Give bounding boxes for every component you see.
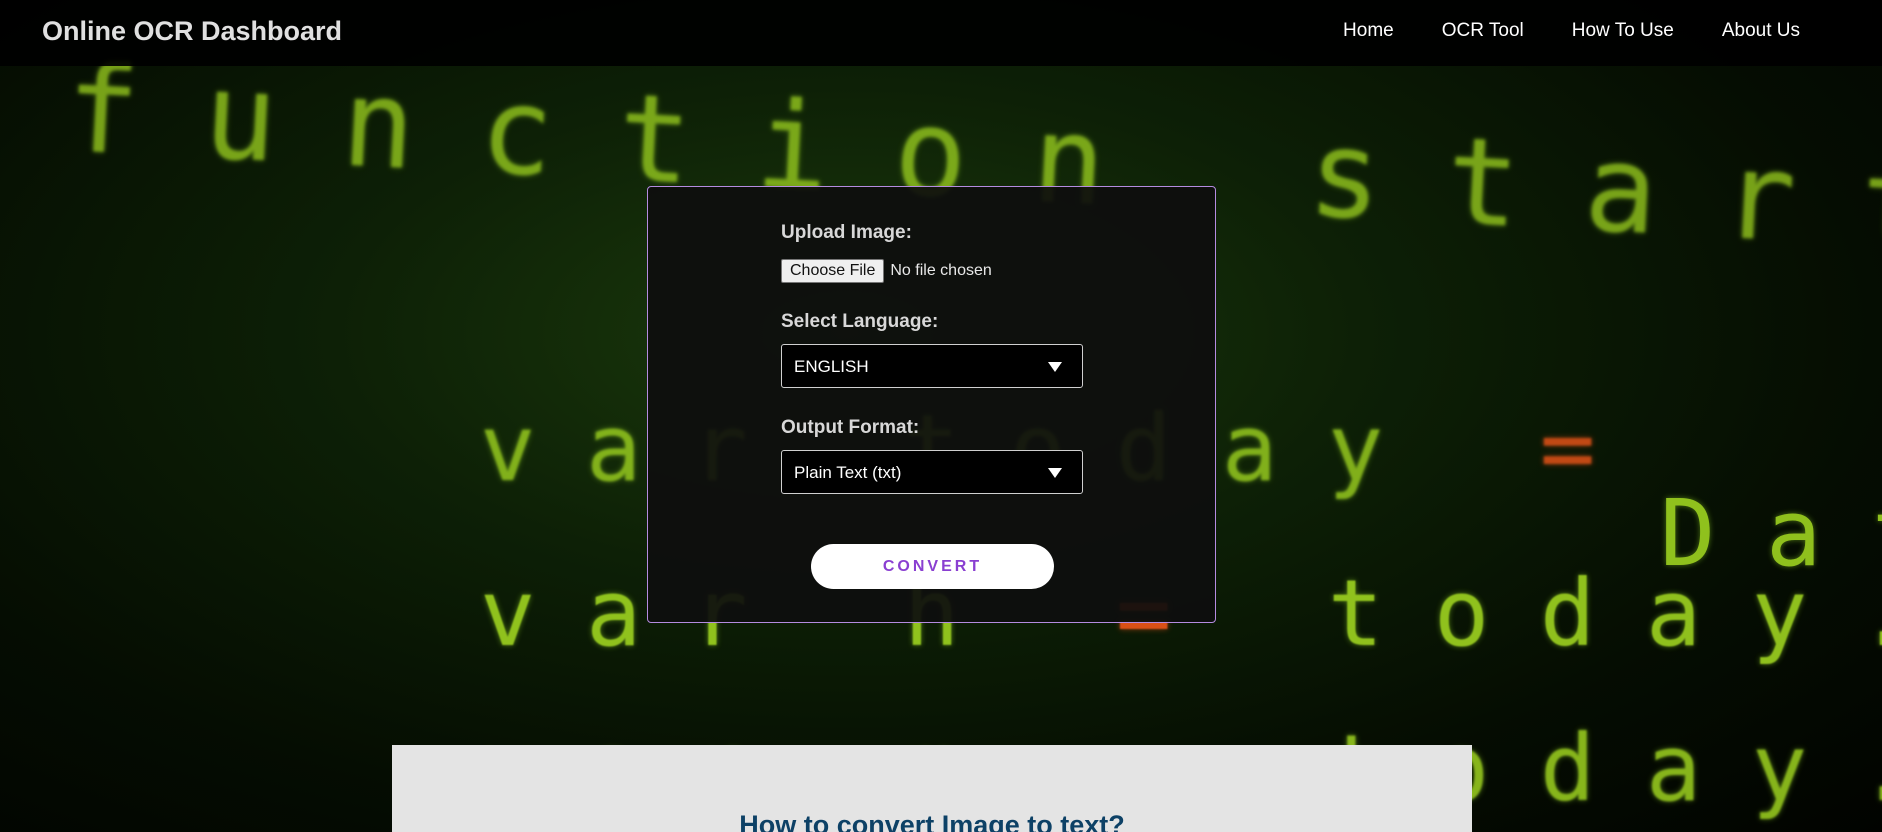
select-language-label: Select Language: [781,311,939,332]
how-to-heading: How to convert Image to text? [739,810,1125,832]
how-to-section: How to convert Image to text? [392,745,1472,832]
file-input: Choose File No file chosen [781,259,992,283]
main-nav: Home OCR Tool How To Use About Us [1343,20,1800,42]
nav-how-to-use-link[interactable]: How To Use [1572,20,1674,42]
upload-image-label: Upload Image: [781,222,912,243]
chevron-down-icon [1048,362,1062,372]
language-select-value: ENGLISH [794,357,869,376]
ocr-form-card: Upload Image: Choose File No file chosen… [647,186,1216,623]
choose-file-button[interactable]: Choose File [781,259,885,283]
nav-about-us-link[interactable]: About Us [1722,20,1800,42]
output-format-select[interactable]: Plain Text (txt) [781,450,1083,494]
language-select[interactable]: ENGLISH [781,344,1083,388]
nav-home-link[interactable]: Home [1343,20,1394,42]
chevron-down-icon [1048,468,1062,478]
top-navbar: Online OCR Dashboard Home OCR Tool How T… [0,0,1882,66]
output-format-label: Output Format: [781,417,920,438]
page: function start() var today = var h = tod… [0,0,1882,832]
nav-ocr-tool-link[interactable]: OCR Tool [1442,20,1524,42]
output-format-select-value: Plain Text (txt) [794,463,902,482]
site-brand[interactable]: Online OCR Dashboard [42,16,342,47]
file-status-text: No file chosen [890,262,992,279]
bg-code-line: Date [1660,480,1882,587]
convert-button[interactable]: CONVERT [811,544,1054,589]
